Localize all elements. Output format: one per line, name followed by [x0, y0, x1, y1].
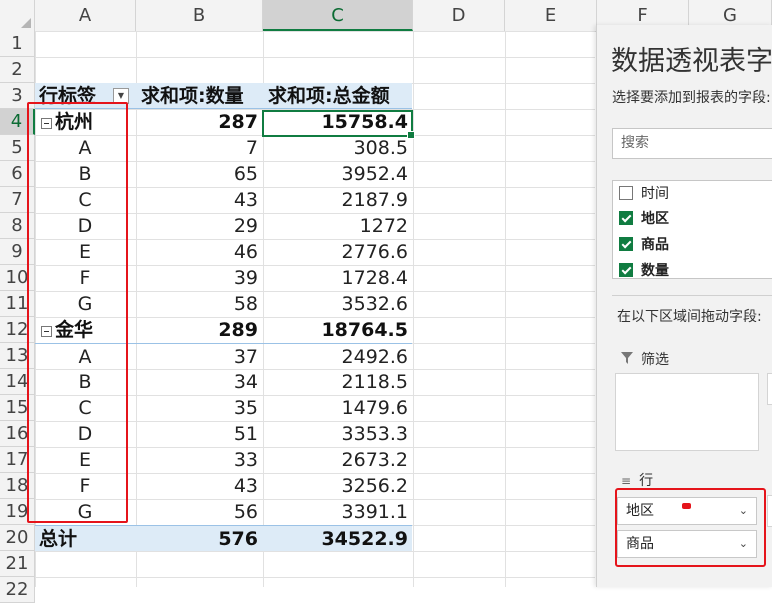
filter-drop-area[interactable] [615, 373, 759, 451]
annotation-mark [682, 503, 691, 509]
pivot-header-sum-qty[interactable]: 求和项:数量 [135, 83, 262, 109]
pivot-item-amount[interactable]: 3353.3 [262, 421, 412, 447]
pivot-item-amount[interactable]: 3532.6 [262, 291, 412, 317]
field-search-input[interactable]: 搜索 [612, 128, 772, 159]
pivot-total-amount[interactable]: 34522.9 [262, 525, 412, 551]
column-header-a[interactable]: A [35, 0, 136, 31]
columns-drop-area[interactable] [767, 373, 772, 405]
checkbox-unchecked-icon[interactable] [619, 186, 633, 200]
pivot-group-qty[interactable]: 287 [135, 109, 262, 135]
pivot-item-qty[interactable]: 56 [135, 499, 262, 525]
highlight-box-row-fields [615, 488, 766, 567]
pivot-item-amount[interactable]: 1728.4 [262, 265, 412, 291]
column-header-c[interactable]: C [263, 0, 413, 31]
row-header[interactable]: 2 [0, 57, 35, 83]
pivot-item-qty[interactable]: 37 [135, 344, 262, 370]
checkbox-checked-icon[interactable] [619, 263, 633, 277]
pivot-item-qty[interactable]: 34 [135, 369, 262, 395]
pivot-item-amount[interactable]: 1272 [262, 213, 412, 239]
column-header-e[interactable]: E [505, 0, 597, 31]
panel-title: 数据透视表字段 [611, 46, 772, 77]
select-all-icon [21, 18, 31, 28]
pivot-item-qty[interactable]: 7 [135, 135, 262, 161]
pivot-group-amount[interactable]: 18764.5 [262, 317, 412, 343]
field-item-product[interactable]: 商品 [619, 235, 669, 255]
pivot-total-label[interactable]: 总计 [35, 525, 135, 551]
pivot-item-qty[interactable]: 58 [135, 291, 262, 317]
rows-icon: ≡ [621, 474, 632, 488]
column-header-b[interactable]: B [136, 0, 263, 31]
pivot-item-qty[interactable]: 43 [135, 187, 262, 213]
panel-divider [612, 295, 772, 296]
filter-area-label: 筛选 [621, 349, 669, 369]
pivot-item-qty[interactable]: 43 [135, 473, 262, 499]
pivot-item-qty[interactable]: 35 [135, 395, 262, 421]
values-drop-area[interactable] [767, 495, 772, 527]
field-item-region[interactable]: 地区 [619, 209, 669, 229]
row-header[interactable]: 20 [0, 525, 35, 551]
pivot-header-sum-amount[interactable]: 求和项:总金额 [262, 83, 412, 109]
pivot-item-amount[interactable]: 3391.1 [262, 499, 412, 525]
select-all-corner[interactable] [0, 0, 35, 31]
active-cell-selection[interactable] [262, 110, 415, 139]
field-list: 时间 地区 商品 数量 [612, 180, 772, 279]
checkbox-checked-icon[interactable] [619, 211, 633, 225]
column-header-d[interactable]: D [413, 0, 505, 31]
rows-area-label: ≡ 行 [621, 473, 654, 489]
grid-line [413, 31, 414, 587]
pivot-item-qty[interactable]: 51 [135, 421, 262, 447]
pivot-item-amount[interactable]: 308.5 [262, 135, 412, 161]
pivot-item-amount[interactable]: 2776.6 [262, 239, 412, 265]
pivot-group-qty[interactable]: 289 [135, 317, 262, 343]
row-header[interactable]: 1 [0, 31, 35, 57]
pivot-item-qty[interactable]: 33 [135, 447, 262, 473]
pivot-item-qty[interactable]: 39 [135, 265, 262, 291]
pivot-item-amount[interactable]: 3952.4 [262, 161, 412, 187]
pivot-total-row: 总计 576 34522.9 [35, 525, 412, 551]
pivot-item-amount[interactable]: 2673.2 [262, 447, 412, 473]
pivot-item-qty[interactable]: 29 [135, 213, 262, 239]
pivot-item-amount[interactable]: 2492.6 [262, 344, 412, 370]
pivot-item-amount[interactable]: 2118.5 [262, 369, 412, 395]
pivot-item-qty[interactable]: 46 [135, 239, 262, 265]
pivot-item-amount[interactable]: 2187.9 [262, 187, 412, 213]
filter-icon [621, 352, 633, 364]
highlight-box-row-labels [27, 102, 128, 523]
pivot-item-qty[interactable]: 65 [135, 161, 262, 187]
pivot-total-qty[interactable]: 576 [135, 525, 262, 551]
drag-fields-hint: 在以下区域间拖动字段: [617, 309, 762, 325]
checkbox-checked-icon[interactable] [619, 237, 633, 251]
pivot-item-amount[interactable]: 1479.6 [262, 395, 412, 421]
row-header[interactable]: 22 [0, 577, 35, 603]
field-item-quantity[interactable]: 数量 [619, 261, 669, 278]
fill-handle[interactable] [407, 131, 415, 139]
pivot-item-amount[interactable]: 3256.2 [262, 473, 412, 499]
field-item-time[interactable]: 时间 [619, 184, 669, 204]
row-header[interactable]: 21 [0, 551, 35, 577]
panel-subtitle: 选择要添加到报表的字段: [612, 90, 771, 106]
grid-line [505, 31, 506, 587]
